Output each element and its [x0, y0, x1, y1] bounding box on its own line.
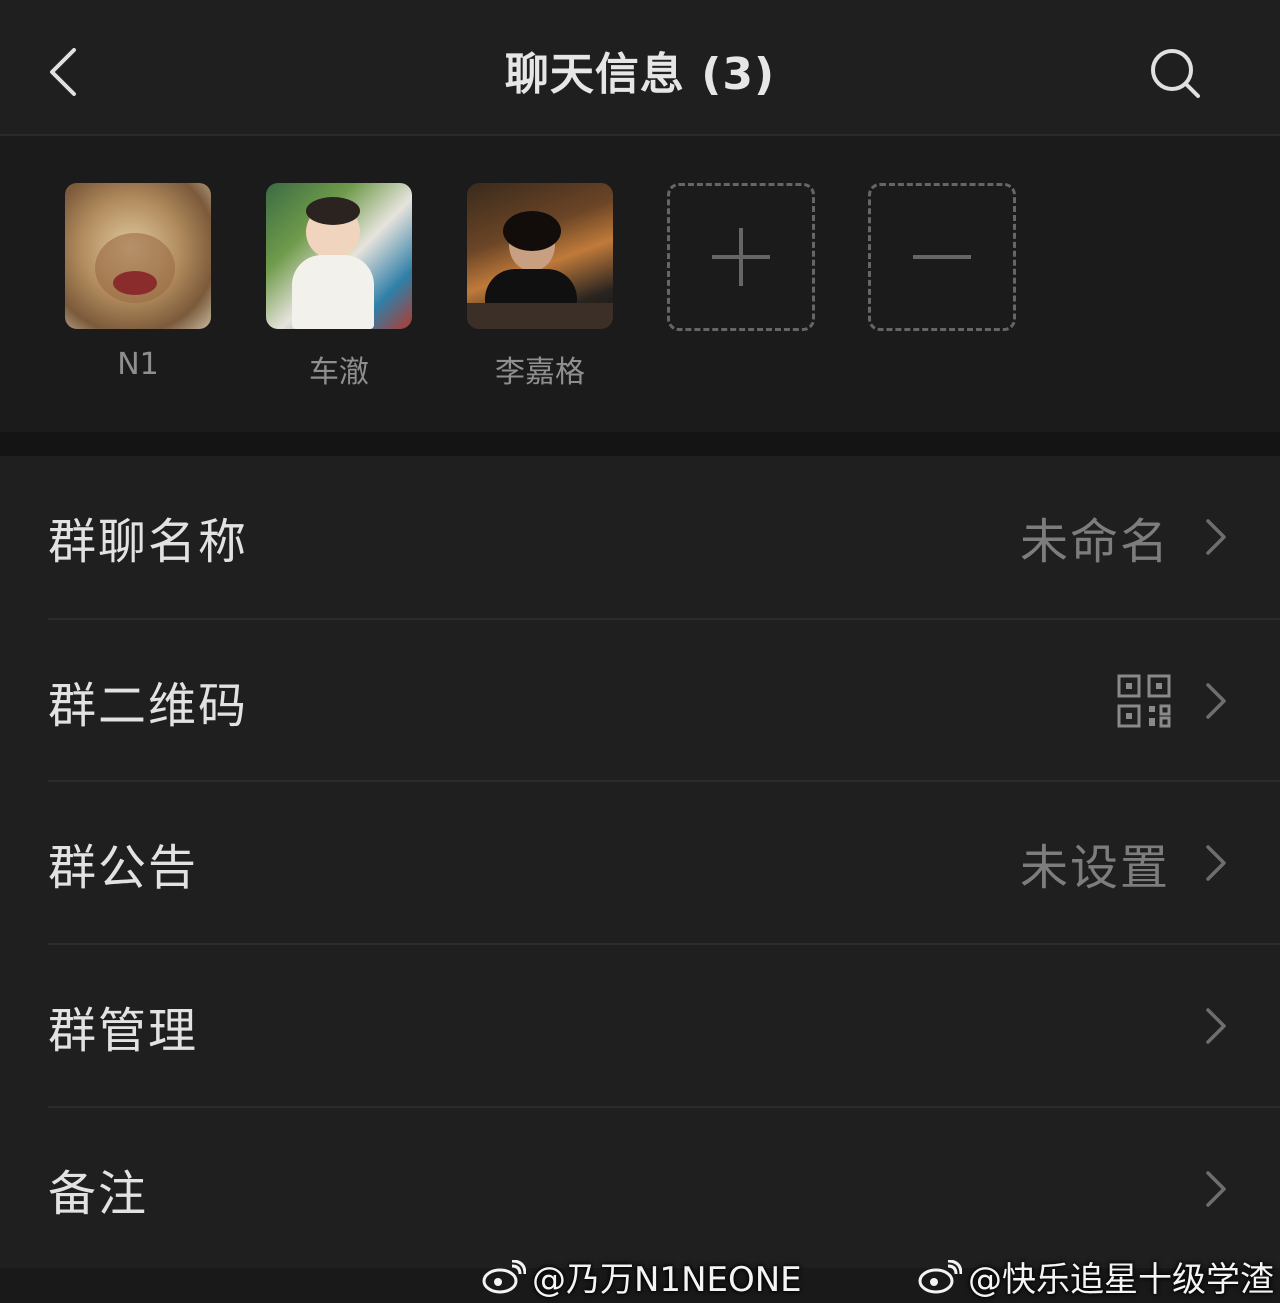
plus-icon — [712, 228, 770, 286]
member-name: 车澈 — [309, 355, 369, 390]
avatar[interactable] — [65, 183, 211, 329]
avatar[interactable] — [467, 183, 613, 329]
member-item[interactable]: N1 — [65, 183, 211, 382]
row-label: 群管理 — [48, 1003, 199, 1059]
row-label: 备注 — [48, 1166, 149, 1222]
group-management-row[interactable]: 群管理 — [0, 945, 1280, 1107]
weibo-icon — [482, 1259, 526, 1293]
section-gap — [0, 432, 1280, 456]
chevron-right-icon — [1206, 519, 1226, 555]
add-member-button[interactable] — [667, 183, 815, 331]
watermark-text: @乃万N1NEONE — [532, 1260, 802, 1300]
minus-icon — [913, 255, 971, 259]
row-label: 群公告 — [48, 840, 199, 896]
chevron-right-icon — [1206, 683, 1226, 719]
member-item[interactable]: 李嘉格 — [467, 183, 613, 391]
qr-code-row[interactable]: 群二维码 — [0, 620, 1280, 782]
announcement-row[interactable]: 群公告 未设置 — [0, 782, 1280, 944]
remark-row[interactable]: 备注 — [0, 1108, 1280, 1270]
top-bar: 聊天信息 (3) — [0, 0, 1280, 134]
group-name-row[interactable]: 群聊名称 未命名 — [0, 456, 1280, 618]
member-grid: N1 车澈 李嘉格 — [0, 136, 1280, 432]
watermark-text: @快乐追星十级学渣 — [968, 1260, 1274, 1300]
member-name: N1 — [117, 347, 159, 382]
weibo-icon — [918, 1259, 962, 1293]
row-value: 未设置 — [1019, 840, 1170, 896]
chevron-right-icon — [1206, 845, 1226, 881]
row-label: 群二维码 — [48, 678, 249, 734]
member-item[interactable]: 车澈 — [266, 183, 412, 391]
remove-member-button[interactable] — [868, 183, 1016, 331]
avatar[interactable] — [266, 183, 412, 329]
search-icon[interactable] — [1140, 42, 1210, 106]
chevron-right-icon — [1206, 1171, 1226, 1207]
watermark-right: @快乐追星十级学渣 — [918, 1252, 1274, 1301]
row-value: 未命名 — [1019, 514, 1170, 570]
row-label: 群聊名称 — [48, 514, 249, 570]
page-title: 聊天信息 (3) — [504, 49, 776, 100]
watermark-left: @乃万N1NEONE — [482, 1252, 802, 1301]
member-name: 李嘉格 — [495, 355, 585, 390]
qr-code-icon — [1117, 674, 1171, 728]
chevron-right-icon — [1206, 1008, 1226, 1044]
